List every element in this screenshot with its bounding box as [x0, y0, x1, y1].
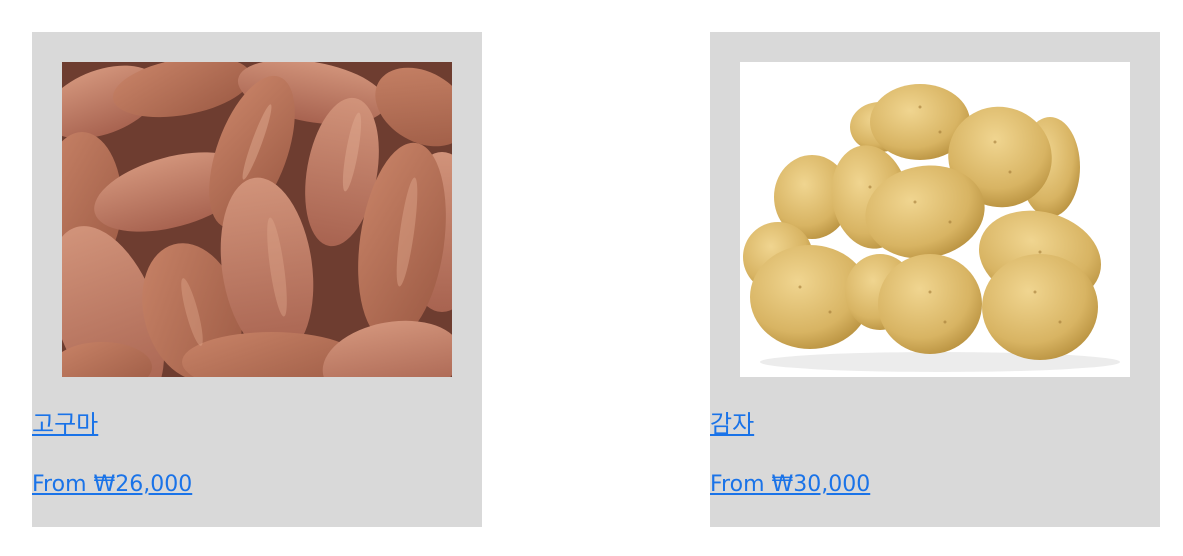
product-card-sweet-potato[interactable]: 고구마 From ₩26,000: [32, 32, 482, 527]
product-card-potato[interactable]: 감자 From ₩30,000: [710, 32, 1160, 527]
potato-image[interactable]: [740, 62, 1130, 377]
product-name-link[interactable]: 감자: [710, 408, 754, 440]
product-name-link[interactable]: 고구마: [32, 408, 98, 440]
product-grid: 고구마 From ₩26,000 감자 From ₩30,000: [0, 0, 1183, 556]
product-price-link[interactable]: From ₩26,000: [32, 470, 192, 500]
product-price-link[interactable]: From ₩30,000: [710, 470, 870, 500]
sweet-potato-image[interactable]: [62, 62, 452, 377]
